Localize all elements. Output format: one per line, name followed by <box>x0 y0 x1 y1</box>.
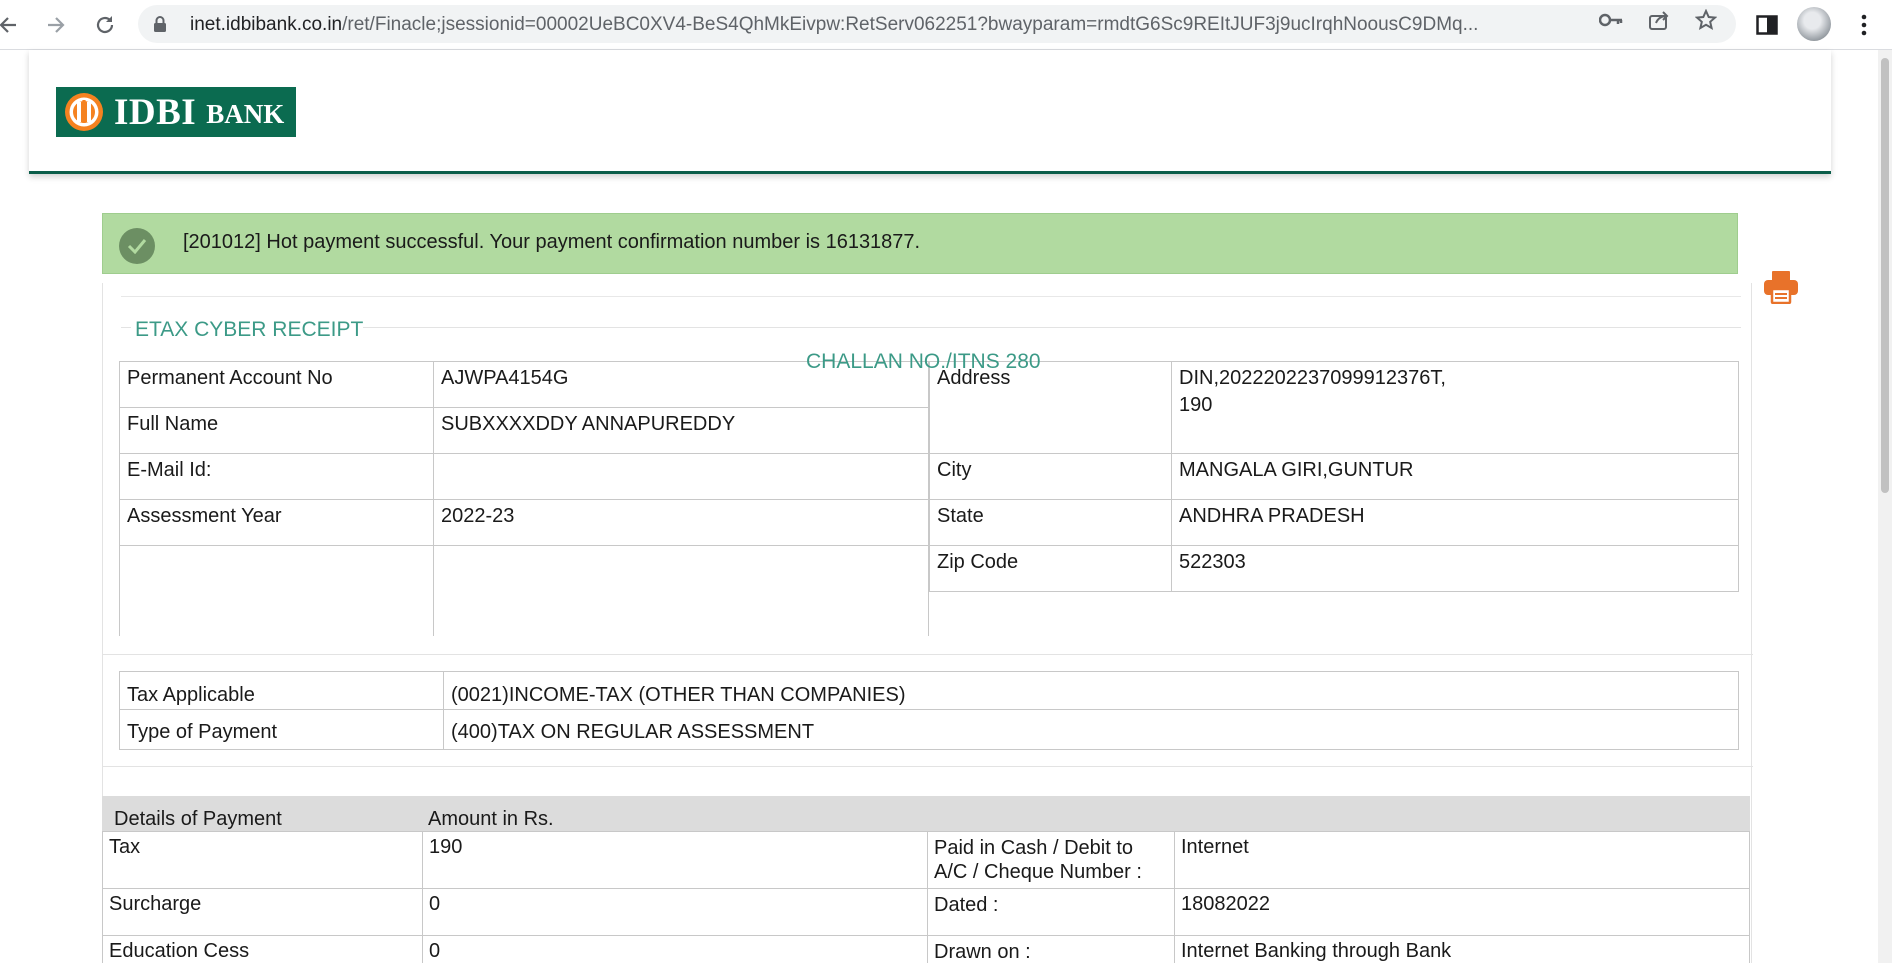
address-value: DIN,2022202237099912376T, 190 <box>1171 361 1739 454</box>
city-label: City <box>929 453 1172 500</box>
empty-cell <box>119 545 434 636</box>
dated-label: Dated : <box>927 888 1175 936</box>
city-value: MANGALA GIRI,GUNTUR <box>1171 453 1739 500</box>
logo-text-idbi: IDBI <box>114 91 197 133</box>
payment-details-table: Tax 190 Paid in Cash / Debit to A/C / Ch… <box>102 831 1750 963</box>
amount-heading: Amount in Rs. <box>428 808 554 830</box>
forward-button[interactable] <box>40 9 72 41</box>
details-of-payment-heading: Details of Payment <box>114 808 282 830</box>
payment-mode-label: Paid in Cash / Debit to A/C / Cheque Num… <box>927 831 1175 889</box>
table-row: Education Cess 0 Drawn on : Internet Ban… <box>102 935 1750 963</box>
table-row: Type of Payment (400)TAX ON REGULAR ASSE… <box>119 709 1739 750</box>
dated-value: 18082022 <box>1174 888 1750 936</box>
state-value: ANDHRA PRADESH <box>1171 499 1739 546</box>
share-icon[interactable] <box>1647 9 1671 31</box>
scrollbar-thumb[interactable] <box>1881 58 1889 493</box>
full-name-label: Full Name <box>119 407 434 454</box>
surcharge-label: Surcharge <box>102 888 423 936</box>
address-line-1: DIN,2022202237099912376T, <box>1179 367 1446 389</box>
check-circle-icon <box>119 228 155 264</box>
url-text[interactable]: inet.idbibank.co.in/ret/Finacle;jsession… <box>190 14 1750 36</box>
education-cess-amount: 0 <box>422 935 928 963</box>
url-host: inet.idbibank.co.in <box>190 14 343 35</box>
divider <box>121 327 131 328</box>
payment-details-header: Details of Payment Amount in Rs. <box>102 796 1750 832</box>
arrow-left-icon <box>0 17 16 33</box>
table-row: State ANDHRA PRADESH <box>929 499 1739 546</box>
idbi-bank-logo[interactable]: IDBI BANK <box>56 87 296 137</box>
logo-text-bank: BANK <box>206 99 285 129</box>
side-panel-icon <box>1756 15 1778 35</box>
tax-label: Tax <box>102 831 423 889</box>
key-icon[interactable] <box>1599 9 1623 31</box>
table-row: Tax Applicable (0021)INCOME-TAX (OTHER T… <box>119 671 1739 710</box>
reload-button[interactable] <box>89 9 121 41</box>
success-message: [201012] Hot payment successful. Your pa… <box>183 231 921 253</box>
page-scrollbar[interactable] <box>1878 50 1892 963</box>
taxpayer-details-table: Permanent Account No AJWPA4154G Full Nam… <box>119 361 929 636</box>
success-alert: [201012] Hot payment successful. Your pa… <box>102 213 1738 274</box>
divider <box>103 766 1753 767</box>
divider <box>121 296 1741 297</box>
menu-button[interactable] <box>1848 9 1880 41</box>
email-label: E-Mail Id: <box>119 453 434 500</box>
table-row: Full Name SUBXXXXDDY ANNAPUREDDY <box>119 407 929 454</box>
full-name-value: SUBXXXXDDY ANNAPUREDDY <box>433 407 929 454</box>
state-label: State <box>929 499 1172 546</box>
table-row: City MANGALA GIRI,GUNTUR <box>929 453 1739 500</box>
arrow-right-icon <box>48 17 65 33</box>
table-row: Address DIN,2022202237099912376T, 190 <box>929 361 1739 454</box>
lock-icon[interactable] <box>152 15 168 38</box>
table-row: Zip Code 522303 <box>929 545 1739 592</box>
receipt-title: ETAX CYBER RECEIPT <box>135 318 364 341</box>
table-row: E-Mail Id: <box>119 453 929 500</box>
zip-code-value: 522303 <box>1171 545 1739 592</box>
address-bar[interactable]: inet.idbibank.co.in/ret/Finacle;jsession… <box>138 5 1736 43</box>
printer-icon[interactable] <box>1763 270 1799 305</box>
kebab-menu-icon <box>1861 14 1867 36</box>
bank-header: IDBI BANK <box>29 50 1831 174</box>
payment-mode-value: Internet <box>1174 831 1750 889</box>
back-button[interactable] <box>0 9 24 41</box>
profile-avatar[interactable] <box>1797 7 1831 41</box>
table-row: Tax 190 Paid in Cash / Debit to A/C / Ch… <box>102 831 1750 889</box>
idbi-logo-mark-icon <box>65 93 103 131</box>
assessment-year-value: 2022-23 <box>433 499 929 546</box>
payment-type-label: Type of Payment <box>119 709 444 750</box>
payment-type-value: (400)TAX ON REGULAR ASSESSMENT <box>443 709 1739 750</box>
divider <box>103 654 1753 655</box>
tax-amount: 190 <box>422 831 928 889</box>
reload-icon <box>96 16 114 34</box>
zip-code-label: Zip Code <box>929 545 1172 592</box>
surcharge-amount: 0 <box>422 888 928 936</box>
url-path: /ret/Finacle;jsessionid=00002UeBC0XV4-Be… <box>342 14 1479 35</box>
table-row <box>119 545 929 636</box>
side-panel-button[interactable] <box>1751 9 1783 41</box>
tax-type-table: Tax Applicable (0021)INCOME-TAX (OTHER T… <box>119 671 1739 750</box>
drawn-on-label: Drawn on : <box>927 935 1175 963</box>
assessment-year-label: Assessment Year <box>119 499 434 546</box>
pan-label: Permanent Account No <box>119 361 434 408</box>
email-value <box>433 453 929 500</box>
address-details-table: Address DIN,2022202237099912376T, 190 Ci… <box>929 361 1739 592</box>
address-line-2: 190 <box>1179 394 1213 416</box>
education-cess-label: Education Cess <box>102 935 423 963</box>
divider <box>363 327 1741 328</box>
drawn-on-value: Internet Banking through Bank <box>1174 935 1750 963</box>
star-icon[interactable] <box>1694 9 1718 31</box>
tax-applicable-value: (0021)INCOME-TAX (OTHER THAN COMPANIES) <box>443 671 1739 710</box>
address-label: Address <box>929 361 1172 454</box>
challan-heading: CHALLAN NO./ITNS 280 <box>806 350 1041 373</box>
table-row: Assessment Year 2022-23 <box>119 499 929 546</box>
table-row: Surcharge 0 Dated : 18082022 <box>102 888 1750 936</box>
tax-applicable-label: Tax Applicable <box>119 671 444 710</box>
browser-toolbar: inet.idbibank.co.in/ret/Finacle;jsession… <box>0 0 1892 50</box>
empty-cell <box>433 545 929 636</box>
